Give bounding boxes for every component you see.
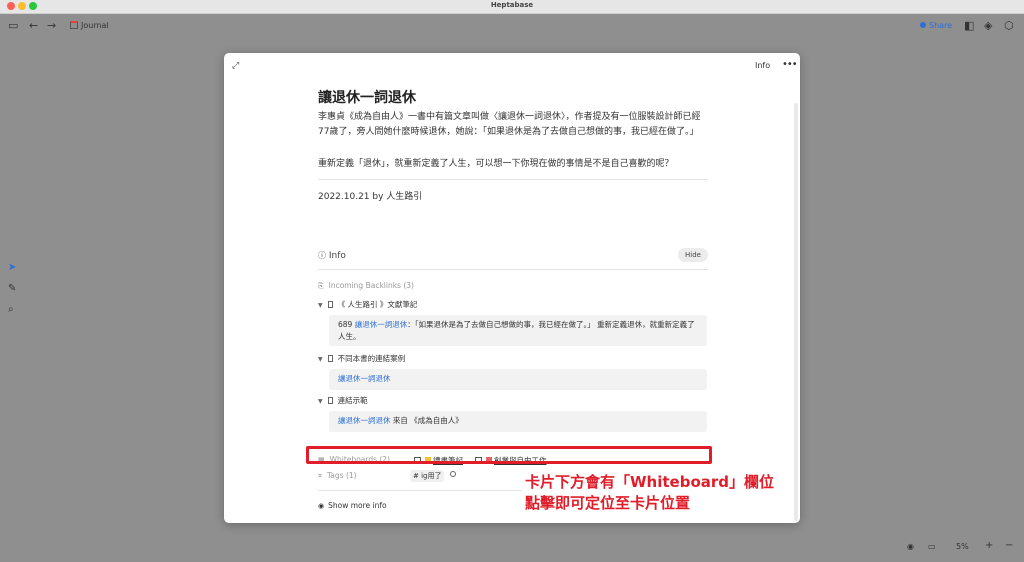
journal-tab[interactable]: Journal [70, 21, 109, 30]
backlink-title[interactable]: ▼ 《 人生路引 》文獻筆記 [318, 299, 417, 310]
card-paragraph-2[interactable]: 重新定義「退休」，就重新定義了人生，可以想一下你現在做的事情是不是自己喜歡的呢？ [318, 157, 708, 172]
incoming-backlinks-label: Incoming Backlinks (3) [328, 281, 414, 290]
window-titlebar: Heptabase [0, 0, 1024, 14]
backlink-title-text: 不同本書的連結案例 [337, 354, 406, 363]
backlink-link[interactable]: 讓退休一詞退休 [338, 374, 391, 383]
incoming-backlinks-header: ⎘ Incoming Backlinks (3) [318, 281, 708, 291]
backlink-text: 來自 《成為自由人》 [390, 416, 463, 425]
tags-label: ⌗ Tags (1) [318, 471, 357, 480]
search-icon[interactable]: ⌕ [8, 304, 14, 315]
hide-info-button[interactable]: Hide [678, 248, 708, 262]
share-icon [920, 22, 926, 28]
info-heading-label: Info [328, 251, 346, 261]
highlight-box [306, 446, 712, 464]
backlink-title[interactable]: ▼ 連結示範 [318, 395, 368, 406]
backlink-link[interactable]: 讓退休一詞退休 [355, 320, 408, 329]
toolbar: ▭ ← → Journal Share ◧ ◈ ⬡ [0, 14, 1024, 38]
backlink-link[interactable]: 讓退休一詞退休 [338, 416, 391, 425]
backlink-title-text: 《 人生路引 》文獻筆記 [337, 300, 418, 309]
share-button[interactable]: Share [920, 21, 952, 30]
back-arrow-icon[interactable]: ← [29, 19, 38, 33]
document-icon [327, 301, 333, 308]
window-title: Heptabase [490, 1, 534, 9]
journal-label: Journal [81, 21, 109, 30]
document-icon [327, 397, 333, 404]
chevron-down-icon[interactable]: ▼ [318, 398, 323, 405]
info-heading: ⓘ Info [318, 250, 708, 261]
laptop-icon[interactable]: ▭ [928, 542, 936, 551]
scrollbar[interactable] [794, 103, 798, 521]
expand-icon[interactable]: ⤢ [232, 61, 239, 71]
date-line[interactable]: 2022.10.21 by 人生路引 [318, 189, 708, 202]
backlink-context[interactable]: 689 讓退休一詞退休：「如果退休是為了去做自己想做的事，我已經在做了。」 重新… [329, 315, 707, 346]
info-toggle-button[interactable]: Info [755, 61, 770, 70]
add-tag-icon[interactable] [450, 471, 456, 477]
sidebar-toggle-icon[interactable]: ▭ [8, 19, 18, 33]
card-title[interactable]: 讓退休一詞退休 [318, 87, 708, 107]
more-options-icon[interactable]: ••• [782, 59, 798, 70]
backlink-title-text: 連結示範 [337, 396, 368, 405]
eye-icon[interactable]: ◉ [907, 542, 914, 551]
backlink-icon: ⎘ [318, 282, 324, 290]
chevron-down-icon[interactable]: ▼ [318, 356, 323, 363]
zoom-in-button[interactable]: + [985, 540, 993, 551]
annotation-line-2: 點擊即可定位至卡片位置 [522, 493, 792, 514]
eye-icon: ◉ [318, 502, 325, 510]
forward-arrow-icon[interactable]: → [47, 19, 56, 33]
panel-toggle-icon[interactable]: ◧ [964, 19, 974, 33]
tag-icon: ⌗ [318, 472, 322, 480]
backlink-context[interactable]: 讓退休一詞退休 [329, 369, 707, 390]
info-circle-icon: ⓘ [318, 251, 326, 260]
cube-icon[interactable]: ⬡ [1004, 19, 1014, 33]
backlink-context[interactable]: 讓退休一詞退休 來自 《成為自由人》 [329, 411, 707, 432]
card-modal: ⤢ Info ••• 讓退休一詞退休 李惠貞《成為自由人》一書中有篇文章叫做〈讓… [224, 53, 800, 523]
divider [318, 179, 708, 180]
divider [318, 269, 708, 270]
annotation-line-1: 卡片下方會有「Whiteboard」欄位 [522, 472, 792, 493]
chevron-down-icon[interactable]: ▼ [318, 302, 323, 309]
calendar-icon [70, 21, 78, 29]
zoom-out-button[interactable]: − [1005, 540, 1013, 551]
layers-icon[interactable]: ◈ [984, 19, 992, 33]
zoom-level: 5% [956, 542, 969, 551]
pen-tool-icon[interactable]: ✎ [8, 283, 16, 294]
card-paragraph-1[interactable]: 李惠貞《成為自由人》一書中有篇文章叫做〈讓退休一詞退休〉，作者提及有一位服裝設計… [318, 110, 708, 140]
backlink-title[interactable]: ▼ 不同本書的連結案例 [318, 353, 405, 364]
pointer-tool-icon[interactable]: ➤ [8, 262, 16, 273]
show-more-info-button[interactable]: ◉ Show more info [318, 501, 387, 510]
tag-chip[interactable]: # ig用了 [410, 470, 445, 482]
share-label: Share [929, 21, 953, 30]
document-icon [327, 355, 333, 362]
backlink-prefix: 689 [338, 320, 355, 329]
